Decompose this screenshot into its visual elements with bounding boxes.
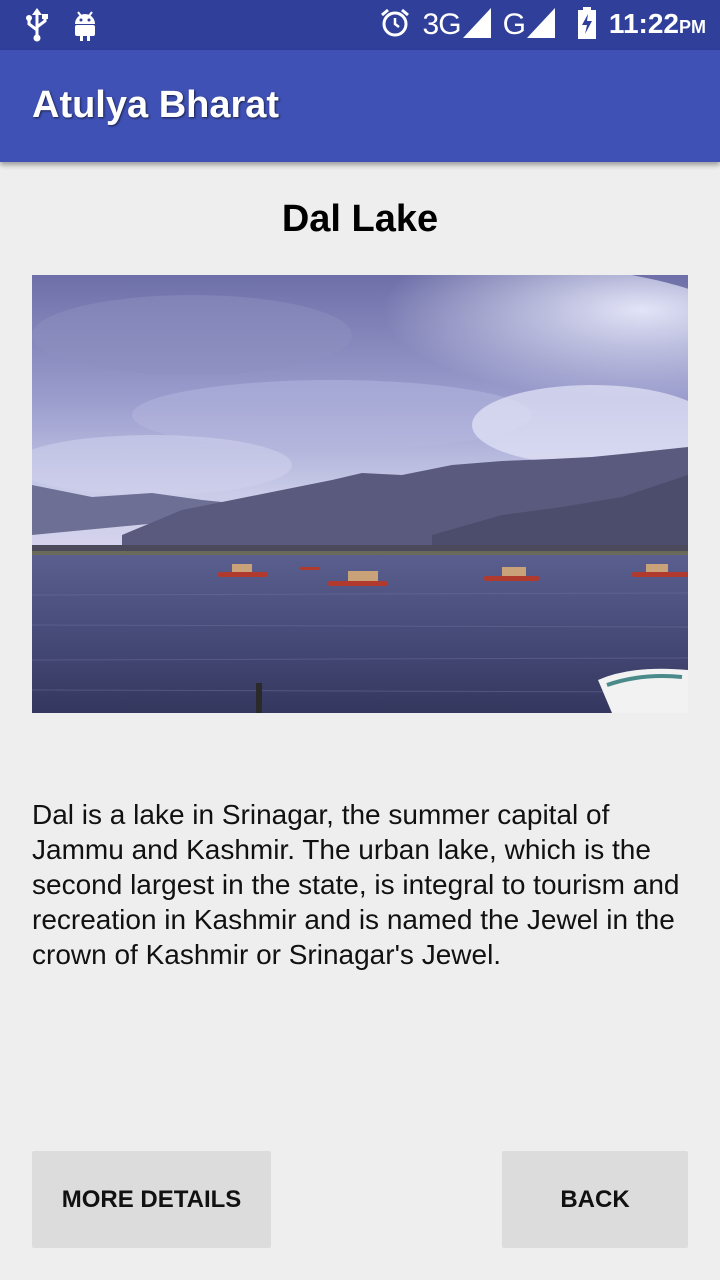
battery-charging-icon	[577, 6, 597, 44]
alarm-icon	[379, 7, 411, 44]
app-bar: Atulya Bharat	[0, 50, 720, 162]
clock: 11:22PM	[609, 5, 706, 46]
signal-icon	[462, 7, 491, 43]
status-bar: 3G G 11:22PM	[0, 0, 720, 50]
signal-icon	[526, 7, 555, 43]
place-photo	[32, 275, 688, 713]
back-button[interactable]: BACK	[502, 1151, 688, 1248]
android-icon	[72, 8, 98, 47]
more-details-button[interactable]: MORE DETAILS	[32, 1151, 271, 1248]
clock-time: 11:22	[608, 7, 679, 39]
place-title: Dal Lake	[281, 198, 439, 240]
app-title: Atulya Bharat	[32, 84, 280, 126]
usb-icon	[24, 8, 50, 47]
network-type-1: 3G	[422, 8, 462, 41]
place-description: Dal is a lake in Srinagar, the summer ca…	[32, 799, 680, 970]
clock-ampm: PM	[679, 16, 706, 37]
network-type-2: G	[502, 8, 526, 41]
